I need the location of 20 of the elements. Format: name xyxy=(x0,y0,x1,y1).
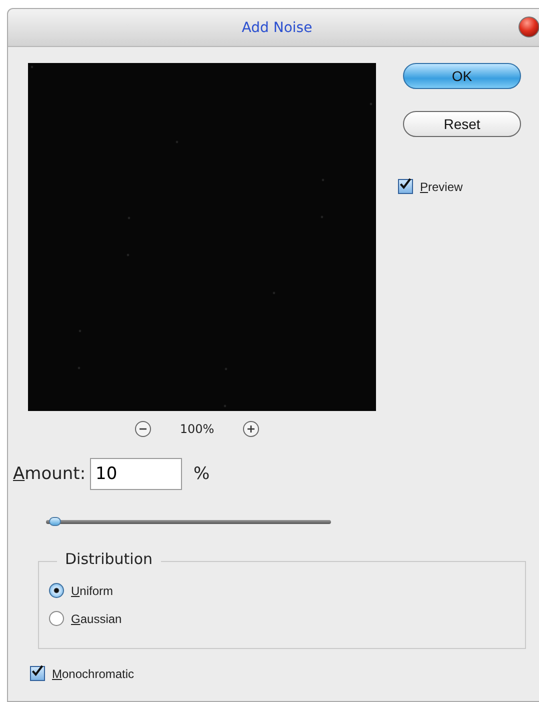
radio-label[interactable]: Uniform xyxy=(71,584,114,598)
ok-button[interactable]: OK xyxy=(403,63,521,89)
zoom-in-icon[interactable] xyxy=(242,420,260,438)
radio-button[interactable] xyxy=(49,583,64,598)
amount-label: Amount: xyxy=(13,464,86,484)
checkbox-label[interactable]: Preview xyxy=(420,180,463,194)
radio-label[interactable]: Gaussian xyxy=(71,612,122,626)
zoom-out-icon[interactable] xyxy=(134,420,152,438)
unit-label: % xyxy=(194,464,210,484)
checkbox[interactable] xyxy=(398,179,413,194)
checkbox[interactable] xyxy=(30,666,45,681)
slider-track[interactable] xyxy=(46,520,331,524)
zoom-level: 100% xyxy=(180,422,214,436)
checkbox-label[interactable]: Monochromatic xyxy=(52,666,134,680)
reset-button[interactable]: Reset xyxy=(403,111,521,137)
close-icon[interactable] xyxy=(518,16,539,38)
window-title: Add Noise xyxy=(242,20,312,36)
radio-button[interactable] xyxy=(49,611,64,626)
slider-thumb[interactable] xyxy=(49,517,62,526)
amount-field[interactable]: 10 xyxy=(90,458,182,490)
